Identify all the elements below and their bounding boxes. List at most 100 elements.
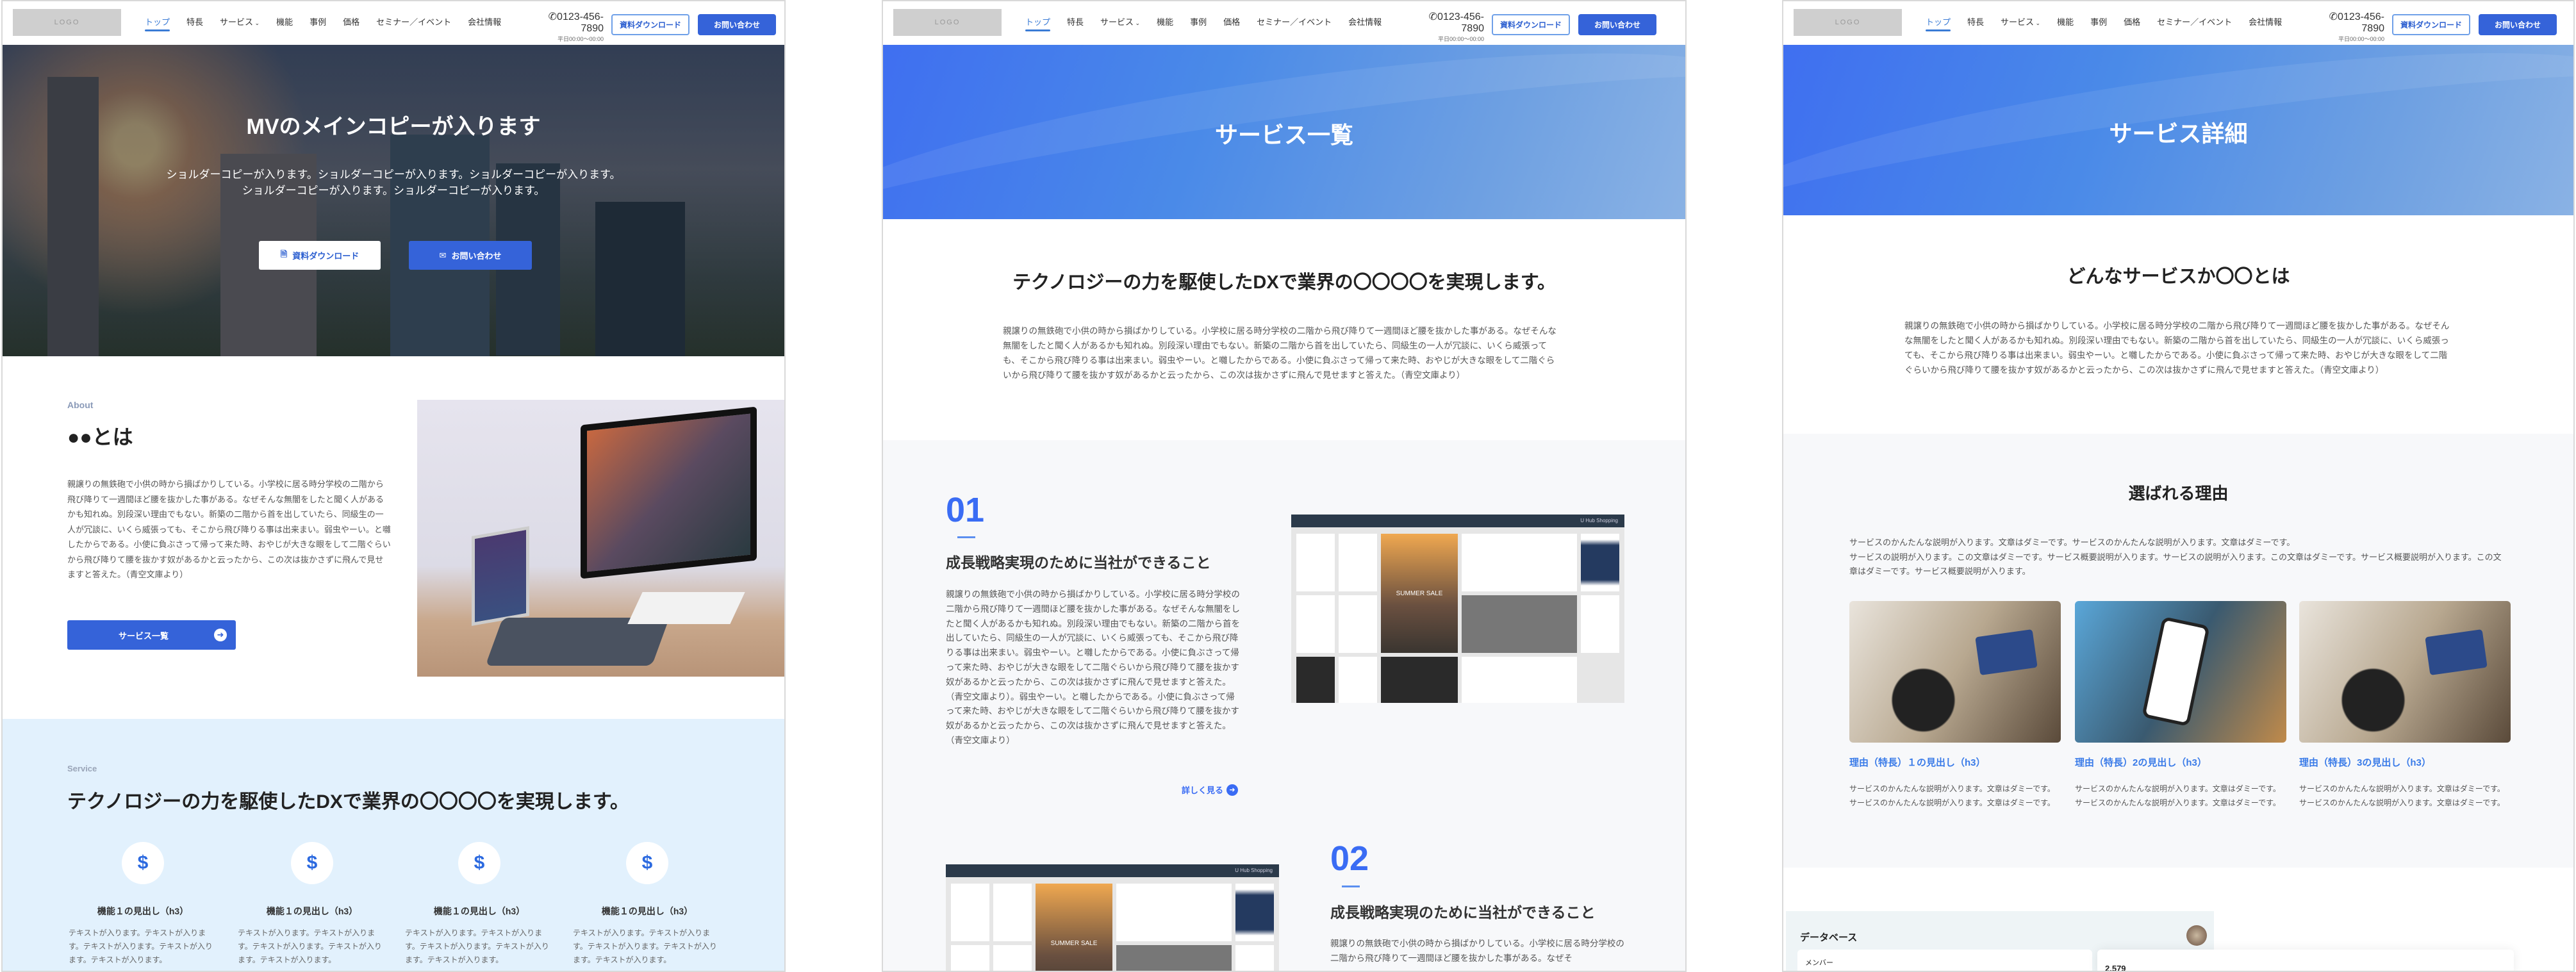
service-list-mockup: サービス一覧 テクノロジーの力を駆使したDXで業界の〇〇〇〇を実現します。 親譲… xyxy=(882,0,1687,972)
site-header: LOGO トップ 特長 サービス ⌄ 機能 事例 価格 セミナー／イベント 会社情報 ✆012… xyxy=(883,1,1685,45)
item-body: 親譲りの無鉄砲で小供の時から損ばかりしている。小学校に居る時分学校の二階から飛び… xyxy=(1330,939,1624,963)
nav-item[interactable]: 価格 xyxy=(343,15,359,31)
arrow-right-icon: ➜ xyxy=(1226,784,1239,796)
qr-payment-image xyxy=(2075,601,2286,743)
feature-text: テキストが入ります。テキストが入ります。テキストが入ります。テキストが入ります。… xyxy=(69,928,213,964)
service-list-button[interactable]: サービス一覧 ➜ xyxy=(67,620,236,650)
feature-text: テキストが入ります。テキストが入ります。テキストが入ります。テキストが入ります。… xyxy=(405,928,549,964)
nav-item[interactable]: 事例 xyxy=(2090,15,2107,31)
nav-item[interactable]: セミナー／イベント xyxy=(376,15,451,31)
nav-item[interactable]: 会社情報 xyxy=(1348,15,1382,31)
more-link[interactable]: 詳しく見る ➜ xyxy=(1182,784,1239,796)
intro-body: 親譲りの無鉄砲で小供の時から損ばかりしている。小学校に居る時分学校の二階から飛び… xyxy=(1003,326,1556,380)
nav-item[interactable]: 機能 xyxy=(276,15,293,31)
contact-button[interactable]: お問い合わせ xyxy=(1578,14,1656,35)
phone-icon: ✆ xyxy=(2329,12,2338,22)
feature-text: テキストが入ります。テキストが入ります。テキストが入ります。テキストが入ります。… xyxy=(238,928,382,964)
nav-item[interactable]: 会社情報 xyxy=(468,15,501,31)
nav-item[interactable]: トップ xyxy=(145,15,170,31)
contact-button[interactable]: お問い合わせ xyxy=(2479,14,2557,35)
stats-card: 2,579 xyxy=(2097,950,2514,972)
dashboard-title: データベース xyxy=(1800,932,1858,943)
feature-card: $ 機能１の見出し（h3） テキストが入ります。テキストが入ります。テキストが入りま… xyxy=(402,842,556,967)
monitor-image xyxy=(581,406,757,579)
feature-text: テキストが入ります。テキストが入ります。テキストが入ります。テキストが入ります。… xyxy=(573,928,717,964)
item-title: 成長戦略実現のために当社ができること xyxy=(1330,904,1596,921)
nav-item[interactable]: 機能 xyxy=(1157,15,1173,31)
nav-item[interactable]: 特長 xyxy=(186,15,203,31)
item-number: 01 xyxy=(946,491,985,529)
service-items-section: 01 成長戦略実現のために当社ができること 親譲りの無鉄砲で小供の時から損ばかり… xyxy=(883,440,1685,971)
shop-grid: SUMMER SALE xyxy=(951,884,1274,971)
feature-title: 機能１の見出し（h3） xyxy=(433,906,525,916)
card-payment-image xyxy=(1849,601,2061,743)
hero-section: MVのメインコピーが入ります ショルダーコピーが入ります。ショルダーコピーが入り… xyxy=(3,45,784,356)
stats-count: 2,579 xyxy=(2105,964,2126,972)
top-page-mockup: MVのメインコピーが入ります ショルダーコピーが入ります。ショルダーコピーが入り… xyxy=(1,0,786,972)
nav-item[interactable]: 価格 xyxy=(2124,15,2140,31)
feature-card: $ 機能１の見出し（h3） テキストが入ります。テキストが入ります。テキストが入りま… xyxy=(570,842,724,967)
intro-body: 親譲りの無鉄砲で小供の時から損ばかりしている。小学校に居る時分学校の二階から飛び… xyxy=(1904,321,2450,375)
hero-contact-button[interactable]: ✉ お問い合わせ xyxy=(409,241,532,270)
main-nav: トップ 特長 サービス ⌄ 機能 事例 価格 セミナー／イベント 会社情報 xyxy=(1025,15,1382,31)
page-hero-title: サービス一覧 xyxy=(1214,122,1353,148)
logo[interactable]: LOGO xyxy=(1794,9,1902,36)
hero-subtitle: ショルダーコピーが入ります。ショルダーコピーが入ります。ショルダーコピーが入りま… xyxy=(166,169,621,181)
nav-item[interactable]: 特長 xyxy=(1967,15,1984,31)
shop-mockup-image: U Hub Shopping SUMMER SALE xyxy=(1291,515,1624,703)
item-number-underline xyxy=(957,536,975,538)
nav-item[interactable]: 価格 xyxy=(1223,15,1240,31)
download-button[interactable]: 資料ダウンロード xyxy=(1492,14,1570,35)
nav-item[interactable]: 事例 xyxy=(1190,15,1207,31)
about-eyebrow: About xyxy=(67,400,94,410)
dollar-down-arrow-icon: $ xyxy=(122,842,164,884)
nav-item[interactable]: 会社情報 xyxy=(2249,15,2282,31)
intro-title: どんなサービスか〇〇とは xyxy=(2067,267,2290,287)
feature-title: 機能１の見出し（h3） xyxy=(97,906,189,916)
nav-item[interactable]: トップ xyxy=(1926,15,1951,31)
reason-title: 理由（特長）3の見出し（h3） xyxy=(2299,757,2431,768)
feature-card: $ 機能１の見出し（h3） テキストが入ります。テキストが入ります。テキストが入りま… xyxy=(66,842,220,967)
dollar-down-arrow-icon: $ xyxy=(626,842,668,884)
dollar-down-arrow-icon: $ xyxy=(291,842,333,884)
nav-item[interactable]: サービス ⌄ xyxy=(2001,15,2040,31)
nav-item[interactable]: セミナー／イベント xyxy=(1257,15,1332,31)
phone-icon: ✆ xyxy=(548,12,557,22)
dollar-down-arrow-icon: $ xyxy=(458,842,500,884)
document-icon: 🗎 xyxy=(280,249,288,259)
download-button[interactable]: 資料ダウンロード xyxy=(2392,14,2470,35)
item-number: 02 xyxy=(1330,839,1369,878)
logo[interactable]: LOGO xyxy=(13,9,121,36)
main-nav: トップ 特長 サービス ⌄ 機能 事例 価格 セミナー／イベント 会社情報 xyxy=(145,15,501,31)
nav-item[interactable]: トップ xyxy=(1025,15,1051,31)
shop-grid: SUMMER SALE xyxy=(1296,534,1619,703)
hero-subtitle: ショルダーコピーが入ります。ショルダーコピーが入ります。 xyxy=(242,185,545,197)
item-title: 成長戦略実現のために当社ができること xyxy=(946,554,1211,571)
reason-text: サービスのかんたんな説明が入ります。文章はダミーです。サービスのかんたんな説明が… xyxy=(2299,784,2505,807)
phone-contact: ✆0123-456-7890 平日00:00〜00:00 xyxy=(1428,12,1484,42)
about-body: 親譲りの無鉄砲で小供の時から損ばかりしている。小学校に居る時分学校の二階から飛び… xyxy=(67,479,391,579)
building-image xyxy=(595,202,685,356)
card-payment-image xyxy=(2299,601,2511,743)
service-section: Service テクノロジーの力を駆使したDXで業界の〇〇〇〇を実現します。 $… xyxy=(3,719,784,971)
nav-item[interactable]: 特長 xyxy=(1067,15,1084,31)
contact-button[interactable]: お問い合わせ xyxy=(698,14,776,35)
item-number-underline xyxy=(1342,886,1360,887)
avatar xyxy=(2186,925,2207,946)
feature-title: 機能１の見出し（h3） xyxy=(266,906,358,916)
nav-item[interactable]: サービス ⌄ xyxy=(220,15,260,31)
download-button[interactable]: 資料ダウンロード xyxy=(611,14,689,35)
nav-item[interactable]: セミナー／イベント xyxy=(2157,15,2232,31)
reason-title: 理由（特長）2の見出し（h3） xyxy=(2075,757,2207,768)
shop-mockup-image: U Hub Shopping SUMMER SALE xyxy=(946,864,1279,971)
page-hero-title: サービス詳細 xyxy=(2109,120,2248,147)
members-label: メンバー xyxy=(1805,959,1833,967)
members-card: メンバー xyxy=(1797,950,2092,971)
hero-download-button[interactable]: 🗎 資料ダウンロード xyxy=(259,241,381,270)
nav-item[interactable]: サービス ⌄ xyxy=(1100,15,1140,31)
laptop-image xyxy=(472,526,529,626)
reason-text: サービスのかんたんな説明が入ります。文章はダミーです。サービスのかんたんな説明が… xyxy=(1849,784,2055,807)
logo[interactable]: LOGO xyxy=(893,9,1002,36)
nav-item[interactable]: 機能 xyxy=(2057,15,2074,31)
nav-item[interactable]: 事例 xyxy=(310,15,326,31)
